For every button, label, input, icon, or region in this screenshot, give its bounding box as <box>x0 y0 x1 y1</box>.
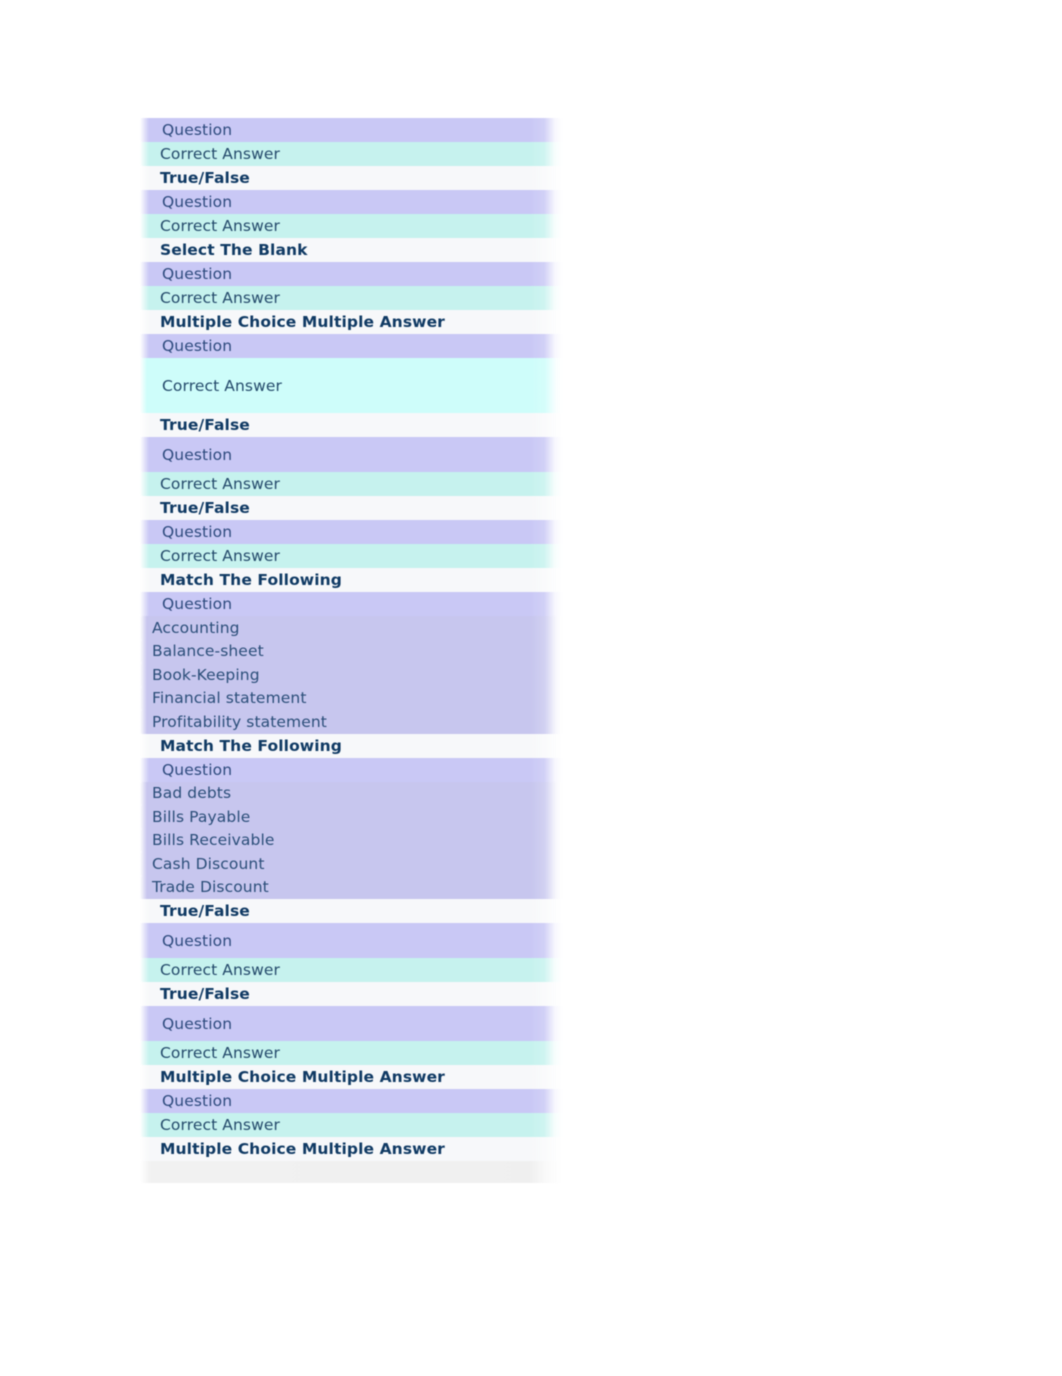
document-tail-band <box>140 1161 575 1183</box>
question-type-label: True/False <box>160 902 250 920</box>
match-option-label: Bills Receivable <box>152 831 275 850</box>
question-type-label: True/False <box>160 416 250 434</box>
match-option-row: Balance-sheet <box>140 639 575 664</box>
question-type-heading: True/False <box>140 413 575 437</box>
correct-answer-row: Correct Answer <box>140 214 575 238</box>
question-label: Question <box>162 523 233 541</box>
question-label: Question <box>162 337 233 355</box>
question-row: Question <box>140 118 575 142</box>
question-type-heading: True/False <box>140 982 575 1006</box>
question-label: Question <box>162 595 233 613</box>
match-option-row: Cash Discount <box>140 852 575 876</box>
match-option-row: Bad debts <box>140 781 575 806</box>
question-row: Question <box>140 1006 575 1041</box>
question-row: Question <box>140 592 575 616</box>
match-option-row: Book-Keeping <box>140 663 575 687</box>
question-type-label: Match The Following <box>160 571 342 589</box>
correct-answer-row: Correct Answer <box>140 142 575 166</box>
question-row: Question <box>140 334 575 358</box>
question-type-heading: Match The Following <box>140 568 575 592</box>
question-type-heading: True/False <box>140 166 575 190</box>
question-type-heading: True/False <box>140 496 575 520</box>
question-label: Question <box>162 1014 233 1033</box>
question-type-heading: Select The Blank <box>140 238 575 262</box>
question-type-heading: Match The Following <box>140 733 575 758</box>
question-label: Question <box>162 445 233 464</box>
match-option-row: Trade Discount <box>140 875 575 900</box>
match-option-row: Profitability statement <box>140 710 575 734</box>
match-option-row: Financial statement <box>140 686 575 711</box>
match-option-label: Book-Keeping <box>152 665 260 684</box>
correct-answer-label: Correct Answer <box>162 376 282 395</box>
match-option-label: Financial statement <box>152 689 307 708</box>
match-option-row: Accounting <box>140 616 575 640</box>
correct-answer-label: Correct Answer <box>160 1116 280 1134</box>
question-type-label: Multiple Choice Multiple Answer <box>160 1068 445 1086</box>
match-option-label: Bills Payable <box>152 807 251 826</box>
correct-answer-label: Correct Answer <box>160 1044 280 1062</box>
match-option-label: Bad debts <box>152 784 232 803</box>
question-type-label: Select The Blank <box>160 241 308 259</box>
correct-answer-row: Correct Answer <box>140 544 575 568</box>
question-type-heading: True/False <box>140 899 575 923</box>
correct-answer-row: Correct Answer <box>140 1041 575 1065</box>
question-row: Question <box>140 1089 575 1113</box>
correct-answer-row: Correct Answer <box>140 286 575 310</box>
question-row: Question <box>140 190 575 214</box>
question-label: Question <box>162 265 233 283</box>
question-type-heading: Multiple Choice Multiple Answer <box>140 1137 575 1161</box>
correct-answer-row: Correct Answer <box>140 958 575 982</box>
question-row: Question <box>140 757 575 782</box>
question-bank-document: Question Correct Answer True/False Question… <box>140 118 575 1183</box>
correct-answer-label: Correct Answer <box>160 289 280 307</box>
question-type-heading: Multiple Choice Multiple Answer <box>140 310 575 334</box>
correct-answer-row: Correct Answer <box>140 358 575 413</box>
question-label: Question <box>162 121 233 139</box>
correct-answer-label: Correct Answer <box>160 475 280 493</box>
match-option-label: Accounting <box>152 618 240 637</box>
question-type-label: True/False <box>160 169 250 187</box>
question-type-label: Match The Following <box>160 736 342 755</box>
match-option-row: Bills Payable <box>140 805 575 829</box>
question-type-label: True/False <box>160 499 250 517</box>
question-label: Question <box>162 760 233 779</box>
correct-answer-label: Correct Answer <box>160 547 280 565</box>
match-option-label: Cash Discount <box>152 854 265 873</box>
question-row: Question <box>140 437 575 472</box>
question-type-label: True/False <box>160 985 250 1003</box>
match-option-label: Balance-sheet <box>152 642 264 661</box>
correct-answer-label: Correct Answer <box>160 961 280 979</box>
document-bottom-fade <box>141 1228 561 1246</box>
question-label: Question <box>162 931 233 950</box>
question-row: Question <box>140 520 575 544</box>
match-option-label: Trade Discount <box>152 878 269 897</box>
question-type-heading: Multiple Choice Multiple Answer <box>140 1065 575 1089</box>
correct-answer-row: Correct Answer <box>140 1113 575 1137</box>
correct-answer-label: Correct Answer <box>160 145 280 163</box>
question-row: Question <box>140 923 575 958</box>
correct-answer-label: Correct Answer <box>160 217 280 235</box>
question-label: Question <box>162 193 233 211</box>
match-option-row: Bills Receivable <box>140 828 575 853</box>
question-label: Question <box>162 1092 233 1110</box>
question-type-label: Multiple Choice Multiple Answer <box>160 1140 445 1158</box>
question-row: Question <box>140 262 575 286</box>
match-option-label: Profitability statement <box>152 712 327 731</box>
correct-answer-row: Correct Answer <box>140 472 575 496</box>
question-type-label: Multiple Choice Multiple Answer <box>160 313 445 331</box>
